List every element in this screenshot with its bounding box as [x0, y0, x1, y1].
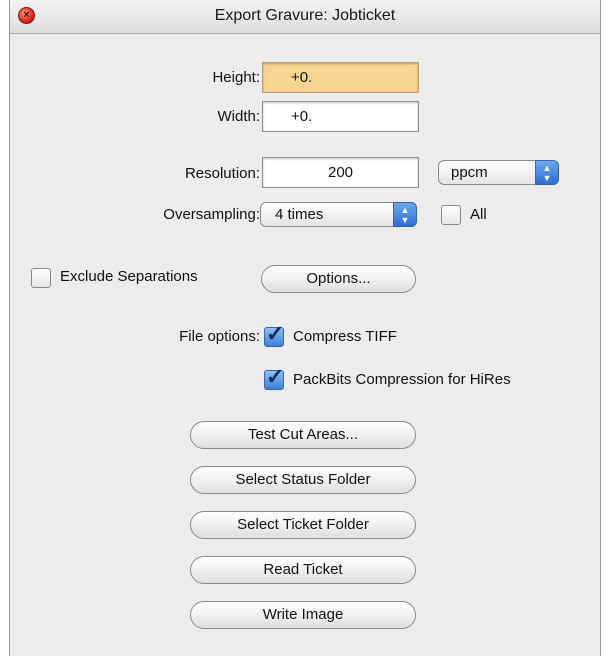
options-button[interactable]: Options...: [261, 265, 416, 293]
checkmark-icon: ✓: [266, 364, 285, 389]
file-options-label: File options:: [179, 328, 260, 345]
height-field[interactable]: +0.: [262, 62, 419, 93]
select-status-folder-button[interactable]: Select Status Folder: [190, 466, 416, 494]
write-image-button[interactable]: Write Image: [190, 601, 416, 629]
height-label: Height:: [212, 69, 260, 86]
exclude-separations-checkbox[interactable]: [31, 268, 51, 288]
read-ticket-button[interactable]: Read Ticket: [190, 556, 416, 584]
updown-arrows-icon: ▲ ▼: [535, 160, 559, 185]
resolution-unit-value: ppcm: [451, 164, 488, 181]
test-cut-areas-button[interactable]: Test Cut Areas...: [190, 421, 416, 449]
packbits-label: PackBits Compression for HiRes: [293, 371, 511, 388]
select-ticket-folder-button[interactable]: Select Ticket Folder: [190, 511, 416, 539]
resolution-field[interactable]: 200: [262, 157, 419, 188]
exclude-separations-label: Exclude Separations: [60, 268, 198, 285]
all-checkbox[interactable]: [441, 205, 461, 225]
checkmark-icon: ✓: [266, 321, 285, 346]
oversampling-select[interactable]: 4 times ▲ ▼: [260, 202, 417, 227]
window-title: Export Gravure: Jobticket: [214, 7, 396, 24]
oversampling-value: 4 times: [275, 206, 324, 223]
compress-tiff-checkbox[interactable]: ✓: [264, 321, 284, 347]
resolution-unit-select[interactable]: ppcm ▲ ▼: [438, 160, 559, 185]
all-label: All: [470, 206, 487, 223]
packbits-checkbox[interactable]: ✓: [264, 364, 284, 390]
resolution-label: Resolution:: [184, 165, 260, 182]
width-label: Width:: [217, 108, 260, 125]
oversampling-label: Oversampling:: [163, 206, 260, 223]
compress-tiff-label: Compress TIFF: [293, 328, 397, 345]
updown-arrows-icon: ▲ ▼: [393, 202, 417, 227]
export-gravure-window: × Export Gravure: Jobticket Height: +0. …: [9, 0, 601, 656]
title-bar: × Export Gravure: Jobticket: [10, 0, 600, 34]
width-field[interactable]: +0.: [262, 101, 419, 132]
